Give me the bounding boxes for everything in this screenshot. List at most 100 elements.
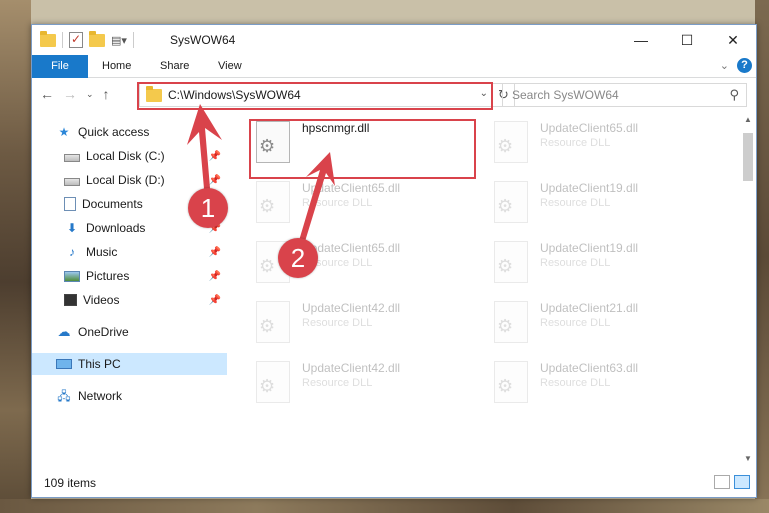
sidebar-item-label: Pictures (86, 269, 130, 283)
cloud-icon: ☁ (57, 324, 71, 339)
dll-file-icon (256, 301, 290, 343)
quick-access-toolbar: ▤▾ (40, 30, 134, 48)
download-icon: ⬇ (66, 221, 78, 235)
navigation-buttons: ← → ⌄ ↑ (40, 86, 110, 102)
up-button[interactable]: ↑ (103, 86, 110, 102)
large-icons-view-icon[interactable] (734, 475, 750, 489)
title-bar: ▤▾ SysWOW64 — ☐ ✕ (32, 25, 756, 55)
scroll-down-icon[interactable]: ▼ (744, 454, 752, 463)
file-name: UpdateClient42.dll (302, 361, 401, 375)
sidebar-item-pictures[interactable]: Pictures 📌 (32, 265, 227, 287)
search-icon[interactable]: ⚲ (729, 87, 739, 103)
ribbon-right-controls: ⌄ ? (720, 58, 752, 73)
file-type: Resource DLL (540, 257, 611, 269)
tab-view[interactable]: View (204, 55, 256, 78)
back-button[interactable]: ← (40, 86, 54, 102)
sidebar-item-local-disk-c[interactable]: Local Disk (C:) 📌 (32, 145, 227, 167)
sidebar-item-music[interactable]: ♪ Music 📌 (32, 241, 227, 263)
pin-icon[interactable]: 📌 (209, 175, 221, 186)
window-controls: — ☐ ✕ (618, 25, 756, 55)
file-item[interactable]: UpdateClient19.dll Resource DLL (490, 177, 720, 233)
dll-file-icon (494, 241, 528, 283)
scroll-up-icon[interactable]: ▲ (744, 115, 752, 124)
document-icon (64, 197, 76, 211)
tab-file[interactable]: File (32, 55, 88, 78)
file-type: Resource DLL (302, 377, 373, 389)
address-bar-highlight (137, 82, 493, 110)
file-name: UpdateClient19.dll (540, 181, 639, 195)
pin-icon[interactable]: 📌 (209, 151, 221, 162)
customize-toolbar-icon[interactable]: ▤▾ (111, 34, 127, 47)
sidebar-item-label: This PC (78, 357, 121, 371)
sidebar-item-label: OneDrive (78, 325, 129, 339)
file-highlight (249, 119, 476, 179)
disk-icon (64, 177, 80, 186)
dll-file-icon (494, 301, 528, 343)
sidebar-item-label: Local Disk (D:) (86, 173, 165, 187)
sidebar-item-quick-access[interactable]: ★ Quick access (32, 121, 227, 143)
tab-share[interactable]: Share (146, 55, 203, 78)
file-item[interactable]: UpdateClient65.dll Resource DLL (490, 117, 720, 173)
expand-ribbon-icon[interactable]: ⌄ (720, 59, 729, 72)
search-placeholder: Search SysWOW64 (512, 88, 619, 102)
scrollbar-thumb[interactable] (743, 133, 753, 181)
recent-locations-button[interactable]: ⌄ (86, 89, 94, 100)
file-item[interactable]: UpdateClient42.dll Resource DLL (252, 357, 482, 413)
maximize-button[interactable]: ☐ (664, 25, 710, 55)
file-type: Resource DLL (540, 137, 611, 149)
video-icon (64, 294, 77, 306)
dll-file-icon (256, 181, 290, 223)
minimize-button[interactable]: — (618, 25, 664, 55)
music-icon: ♪ (69, 245, 75, 259)
file-name: UpdateClient63.dll (540, 361, 639, 375)
properties-icon[interactable] (69, 32, 83, 48)
forward-button[interactable]: → (63, 86, 77, 102)
desktop-background-right (755, 0, 769, 513)
dll-file-icon (494, 121, 528, 163)
file-name: UpdateClient42.dll (302, 301, 401, 315)
sidebar-item-label: Documents (82, 197, 143, 211)
file-name: UpdateClient65.dll (540, 121, 639, 135)
sidebar-item-videos[interactable]: Videos 📌 (32, 289, 227, 311)
close-button[interactable]: ✕ (710, 25, 756, 55)
toolbar-divider (132, 32, 134, 48)
step-1-badge: 1 (188, 188, 228, 228)
file-name: UpdateClient21.dll (540, 301, 639, 315)
sidebar-item-network[interactable]: 🖧 Network (32, 385, 227, 407)
file-item[interactable]: UpdateClient63.dll Resource DLL (490, 357, 720, 413)
help-icon[interactable]: ? (737, 58, 752, 73)
file-item[interactable]: UpdateClient19.dll Resource DLL (490, 237, 720, 293)
file-item[interactable]: UpdateClient42.dll Resource DLL (252, 297, 482, 353)
dll-file-icon (256, 361, 290, 403)
file-item[interactable]: UpdateClient65.dll Resource DLL (252, 177, 482, 233)
network-icon: 🖧 (57, 389, 71, 403)
file-type: Resource DLL (540, 197, 611, 209)
sidebar-item-local-disk-d[interactable]: Local Disk (D:) 📌 (32, 169, 227, 191)
star-icon: ★ (58, 125, 70, 139)
search-input[interactable]: Search SysWOW64 ⚲ (502, 83, 747, 107)
details-view-icon[interactable] (714, 475, 730, 489)
ribbon-tabs: File Home Share View ⌄ ? (32, 55, 756, 78)
new-folder-icon[interactable] (89, 30, 105, 47)
sidebar-item-label: Network (78, 389, 123, 403)
pin-icon[interactable]: 📌 (209, 271, 221, 282)
item-count: 109 items (44, 476, 97, 490)
file-type: Resource DLL (540, 377, 611, 389)
file-item[interactable]: UpdateClient21.dll Resource DLL (490, 297, 720, 353)
computer-icon (56, 359, 72, 369)
desktop-background-bottom (0, 499, 769, 513)
disk-icon (64, 153, 80, 162)
status-bar: 109 items (32, 469, 756, 497)
vertical-scrollbar[interactable]: ▲ ▼ (740, 113, 756, 465)
sidebar-item-onedrive[interactable]: ☁ OneDrive (32, 321, 227, 343)
tab-home[interactable]: Home (88, 55, 145, 78)
pin-icon[interactable]: 📌 (209, 295, 221, 306)
navigation-pane: ★ Quick access Local Disk (C:) 📌 Local D… (32, 113, 227, 465)
view-switcher (714, 475, 750, 489)
step-2-badge: 2 (278, 238, 318, 278)
folder-icon (40, 30, 56, 47)
file-type: Resource DLL (302, 317, 373, 329)
pin-icon[interactable]: 📌 (209, 247, 221, 258)
desktop-background-left (0, 0, 31, 513)
sidebar-item-this-pc[interactable]: This PC (32, 353, 227, 375)
